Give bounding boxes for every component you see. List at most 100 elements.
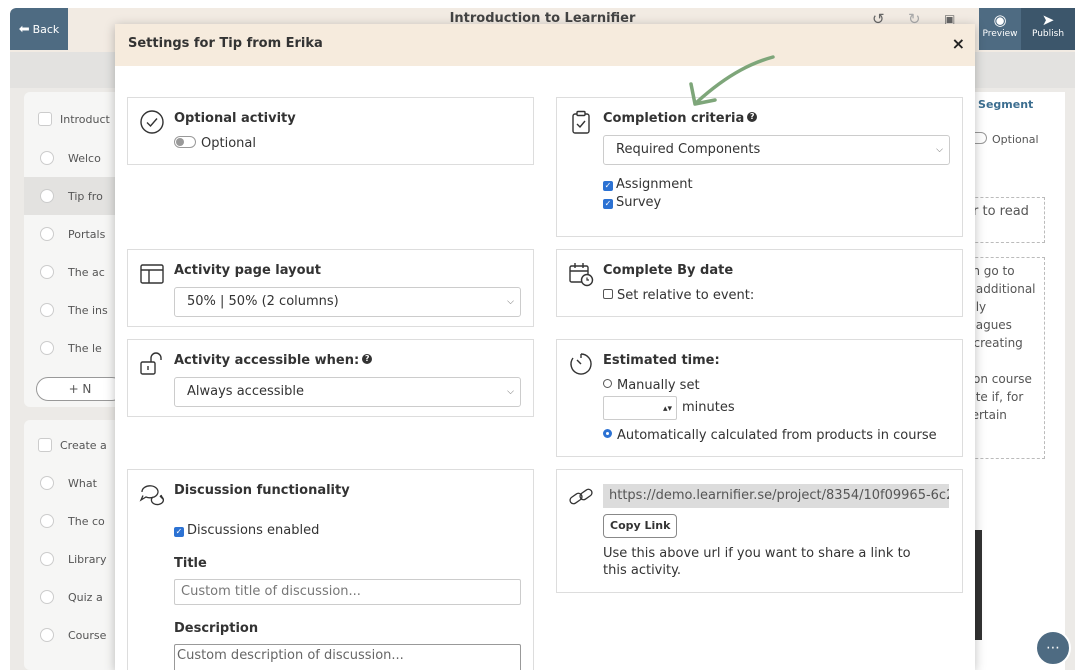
section-icon: [38, 112, 52, 126]
chevron-down-icon: ⌵: [507, 297, 514, 307]
outline-item[interactable]: The ins: [24, 291, 124, 329]
page-icon: [40, 265, 54, 279]
optional-activity-title: Optional activity: [174, 111, 296, 126]
chat-button[interactable]: ⋯: [1035, 630, 1071, 666]
minutes-label: minutes: [682, 400, 735, 415]
discussion-title-input[interactable]: Custom title of discussion...: [174, 579, 521, 605]
help-icon[interactable]: ?: [362, 354, 373, 364]
clipboard-check-icon: [572, 110, 590, 134]
text-line: tion course: [965, 372, 1032, 386]
discussion-description-input[interactable]: Custom description of discussion...: [174, 644, 521, 670]
course-outline: Introduct Welco Tip fro Portals The ac T…: [24, 92, 124, 407]
completion-criteria-select[interactable]: Required Components ⌵: [603, 135, 950, 165]
page-layout-card: Activity page layout 50% | 50% (2 column…: [127, 249, 534, 327]
outline-item[interactable]: Create a: [24, 426, 124, 464]
content-block: an go to v additional ally leagues t cre…: [965, 257, 1045, 459]
discussion-title-label: Title: [174, 556, 207, 571]
annotation-arrow-icon: [689, 55, 775, 106]
manually-set-radio[interactable]: Manually set: [603, 378, 700, 393]
page-icon: [40, 189, 54, 203]
discussions-enabled-checkbox[interactable]: ✓ Discussions enabled: [174, 523, 319, 538]
image-fragment: [974, 530, 982, 640]
page-icon: [40, 590, 54, 604]
outline-item[interactable]: The ac: [24, 253, 124, 291]
outline-item[interactable]: Introduct: [24, 100, 124, 138]
page-icon: [40, 552, 54, 566]
page-icon: [40, 628, 54, 642]
estimated-time-card: Estimated time: Manually set ▴▾ minutes …: [556, 339, 963, 457]
page-icon: [40, 303, 54, 317]
close-button[interactable]: ×: [952, 34, 965, 53]
completion-criteria-card: Completion criteria? Required Components…: [556, 97, 963, 237]
publish-label: Publish: [1031, 29, 1065, 39]
discussion-title: Discussion functionality: [174, 483, 350, 498]
segment-link[interactable]: < Segment: [965, 98, 1033, 111]
modal-header: Settings for Tip from Erika ×: [115, 24, 975, 66]
relative-event-checkbox[interactable]: Set relative to event:: [603, 288, 754, 303]
toggle-icon: [174, 136, 196, 148]
eye-icon: ◉: [993, 11, 1007, 29]
chat-bubbles-icon: [139, 485, 165, 506]
complete-by-date-title: Complete By date: [603, 263, 734, 278]
text-line: [965, 352, 1044, 370]
optional-activity-card: Optional activity Optional: [127, 97, 534, 165]
outline-item[interactable]: Portals: [24, 215, 124, 253]
preview-button[interactable]: ◉ Preview: [979, 8, 1021, 50]
content-block: er to read: [965, 197, 1045, 243]
outline-item[interactable]: Library: [24, 540, 124, 578]
radio-selected-icon: [603, 429, 612, 438]
page-icon: [40, 476, 54, 490]
check-circle-icon: [140, 110, 164, 134]
copy-link-button[interactable]: Copy Link: [603, 514, 678, 538]
outline-item[interactable]: Welco: [24, 139, 124, 177]
estimated-time-title: Estimated time:: [603, 353, 720, 368]
checkmark-icon: ✓: [174, 527, 184, 537]
outline-item[interactable]: Quiz a: [24, 578, 124, 616]
outline-item[interactable]: What: [24, 464, 124, 502]
checkmark-icon: ✓: [603, 199, 613, 209]
share-link-card: https://demo.learnifier.se/project/8354/…: [556, 469, 963, 593]
auto-calculated-radio[interactable]: Automatically calculated from products i…: [603, 428, 937, 443]
survey-checkbox[interactable]: ✓ Survey: [603, 195, 661, 210]
page-icon: [40, 341, 54, 355]
text-line: certain: [965, 408, 1007, 422]
modal-title: Settings for Tip from Erika: [128, 36, 323, 51]
text-line: ally: [965, 300, 987, 314]
text-line: v additional: [965, 282, 1036, 296]
section-icon: [38, 438, 52, 452]
minutes-input[interactable]: ▴▾: [603, 396, 677, 420]
accessible-card: Activity accessible when:? Always access…: [127, 339, 534, 417]
chevron-down-icon: ⌵: [507, 387, 514, 397]
discussion-card: Discussion functionality ✓ Discussions en…: [127, 469, 534, 670]
complete-by-date-card: Complete By date Set relative to event:: [556, 249, 963, 317]
add-page-button[interactable]: + N: [36, 377, 124, 401]
settings-modal: Settings for Tip from Erika × Optional a…: [115, 24, 975, 670]
page-layout-select[interactable]: 50% | 50% (2 columns) ⌵: [174, 287, 521, 317]
publish-button[interactable]: ➤ Publish: [1021, 8, 1075, 50]
link-icon: [569, 488, 593, 505]
stepper-icon[interactable]: ▴▾: [663, 397, 672, 419]
page-layout-title: Activity page layout: [174, 263, 322, 278]
preview-label: Preview: [982, 29, 1018, 39]
outline-item[interactable]: Course: [24, 616, 124, 654]
chevron-down-icon: ⌵: [936, 145, 943, 155]
radio-icon: [603, 379, 612, 388]
chat-icon: ⋯: [1046, 640, 1060, 656]
checkbox-icon: [603, 289, 613, 299]
page-icon: [40, 227, 54, 241]
text-line: t creating: [965, 336, 1023, 350]
text-line: iate if, for: [965, 390, 1024, 404]
assignment-checkbox[interactable]: ✓ Assignment: [603, 177, 693, 192]
page-icon: [40, 151, 54, 165]
outline-item[interactable]: The co: [24, 502, 124, 540]
outline-item-selected[interactable]: Tip fro: [24, 177, 124, 215]
rocket-icon: ➤: [1041, 11, 1055, 29]
checkmark-icon: ✓: [603, 181, 613, 191]
share-url-field[interactable]: https://demo.learnifier.se/project/8354/…: [603, 484, 949, 508]
optional-toggle[interactable]: Optional: [174, 136, 256, 151]
optional-toggle-bg[interactable]: Optional: [965, 132, 1039, 146]
outline-item[interactable]: The le: [24, 329, 124, 367]
accessible-title: Activity accessible when:?: [174, 353, 373, 368]
discussion-description-label: Description: [174, 621, 259, 636]
accessible-select[interactable]: Always accessible ⌵: [174, 377, 521, 407]
